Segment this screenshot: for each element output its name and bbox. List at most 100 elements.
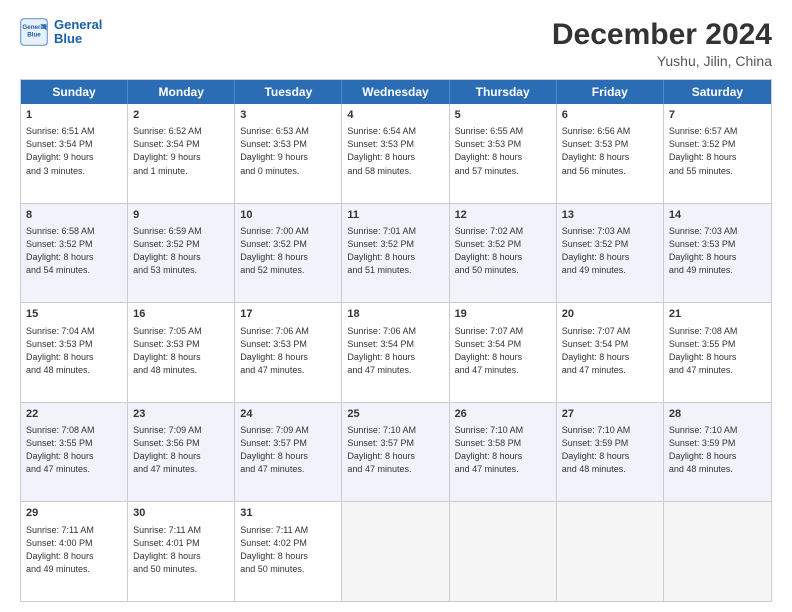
page-title: December 2024 (552, 18, 772, 51)
day-info: Sunrise: 6:55 AMSunset: 3:53 PMDaylight:… (455, 125, 551, 177)
day-number: 16 (133, 307, 229, 322)
logo-text: General Blue (54, 18, 102, 47)
day-cell (664, 502, 771, 601)
day-cell: 11 Sunrise: 7:01 AMSunset: 3:52 PMDayligh… (342, 204, 449, 303)
day-info: Sunrise: 7:11 AMSunset: 4:01 PMDaylight:… (133, 524, 229, 576)
day-info: Sunrise: 7:06 AMSunset: 3:53 PMDaylight:… (240, 325, 336, 377)
day-number: 10 (240, 208, 336, 223)
day-cell: 30 Sunrise: 7:11 AMSunset: 4:01 PMDayligh… (128, 502, 235, 601)
day-number: 19 (455, 307, 551, 322)
day-info: Sunrise: 7:09 AMSunset: 3:56 PMDaylight:… (133, 424, 229, 476)
day-number: 22 (26, 407, 122, 422)
day-info: Sunrise: 6:52 AMSunset: 3:54 PMDaylight:… (133, 125, 229, 177)
calendar: Sunday Monday Tuesday Wednesday Thursday… (20, 79, 772, 602)
day-cell: 2 Sunrise: 6:52 AMSunset: 3:54 PMDaylight… (128, 104, 235, 203)
day-cell: 9Sunrise: 6:59 AMSunset: 3:52 PMDaylight… (128, 204, 235, 303)
day-info: Sunrise: 7:11 AMSunset: 4:02 PMDaylight:… (240, 524, 336, 576)
day-number: 5 (455, 108, 551, 123)
day-number: 29 (26, 506, 122, 521)
day-number: 14 (669, 208, 766, 223)
day-cell: 6Sunrise: 6:56 AMSunset: 3:53 PMDaylight… (557, 104, 664, 203)
day-number: 7 (669, 108, 766, 123)
header-thursday: Thursday (450, 80, 557, 104)
title-block: December 2024 Yushu, Jilin, China (552, 18, 772, 69)
day-info: Sunrise: 7:00 AMSunset: 3:52 PMDaylight:… (240, 225, 336, 277)
header-monday: Monday (128, 80, 235, 104)
day-info: Sunrise: 7:07 AMSunset: 3:54 PMDaylight:… (455, 325, 551, 377)
day-info: Sunrise: 7:01 AMSunset: 3:52 PMDaylight:… (347, 225, 443, 277)
header-sunday: Sunday (21, 80, 128, 104)
day-number: 26 (455, 407, 551, 422)
day-cell: 25Sunrise: 7:10 AMSunset: 3:57 PMDayligh… (342, 403, 449, 502)
day-number: 6 (562, 108, 658, 123)
page: General Blue General Blue December 2024 … (0, 0, 792, 612)
day-cell: 28Sunrise: 7:10 AMSunset: 3:59 PMDayligh… (664, 403, 771, 502)
svg-text:Blue: Blue (27, 32, 41, 39)
day-cell: 27 Sunrise: 7:10 AMSunset: 3:59 PMDayligh… (557, 403, 664, 502)
day-number: 12 (455, 208, 551, 223)
calendar-body: 1 Sunrise: 6:51 AMSunset: 3:54 PMDaylight… (21, 104, 771, 601)
header-friday: Friday (557, 80, 664, 104)
day-number: 11 (347, 208, 443, 223)
week-5: 29Sunrise: 7:11 AMSunset: 4:00 PMDayligh… (21, 502, 771, 601)
day-number: 3 (240, 108, 336, 123)
day-cell (450, 502, 557, 601)
week-3: 15 Sunrise: 7:04 AMSunset: 3:53 PMDayligh… (21, 303, 771, 403)
day-cell: 8Sunrise: 6:58 AMSunset: 3:52 PMDaylight… (21, 204, 128, 303)
day-info: Sunrise: 7:03 AMSunset: 3:53 PMDaylight:… (669, 225, 766, 277)
day-info: Sunrise: 7:02 AMSunset: 3:52 PMDaylight:… (455, 225, 551, 277)
day-number: 18 (347, 307, 443, 322)
day-number: 9 (133, 208, 229, 223)
day-cell: 5 Sunrise: 6:55 AMSunset: 3:53 PMDaylight… (450, 104, 557, 203)
day-info: Sunrise: 6:54 AMSunset: 3:53 PMDaylight:… (347, 125, 443, 177)
day-number: 23 (133, 407, 229, 422)
day-cell: 13 Sunrise: 7:03 AMSunset: 3:52 PMDayligh… (557, 204, 664, 303)
day-cell: 3Sunrise: 6:53 AMSunset: 3:53 PMDaylight… (235, 104, 342, 203)
day-number: 21 (669, 307, 766, 322)
day-number: 1 (26, 108, 122, 123)
day-cell: 10 Sunrise: 7:00 AMSunset: 3:52 PMDayligh… (235, 204, 342, 303)
day-info: Sunrise: 7:10 AMSunset: 3:59 PMDaylight:… (562, 424, 658, 476)
day-cell: 26 Sunrise: 7:10 AMSunset: 3:58 PMDayligh… (450, 403, 557, 502)
day-info: Sunrise: 6:58 AMSunset: 3:52 PMDaylight:… (26, 225, 122, 277)
day-cell: 22 Sunrise: 7:08 AMSunset: 3:55 PMDayligh… (21, 403, 128, 502)
day-number: 30 (133, 506, 229, 521)
day-cell: 1 Sunrise: 6:51 AMSunset: 3:54 PMDaylight… (21, 104, 128, 203)
week-1: 1 Sunrise: 6:51 AMSunset: 3:54 PMDaylight… (21, 104, 771, 204)
day-cell: 14 Sunrise: 7:03 AMSunset: 3:53 PMDayligh… (664, 204, 771, 303)
day-info: Sunrise: 7:10 AMSunset: 3:59 PMDaylight:… (669, 424, 766, 476)
day-cell: 15 Sunrise: 7:04 AMSunset: 3:53 PMDayligh… (21, 303, 128, 402)
week-4: 22 Sunrise: 7:08 AMSunset: 3:55 PMDayligh… (21, 403, 771, 503)
header: General Blue General Blue December 2024 … (20, 18, 772, 69)
day-cell (342, 502, 449, 601)
day-cell: 12 Sunrise: 7:02 AMSunset: 3:52 PMDayligh… (450, 204, 557, 303)
day-number: 17 (240, 307, 336, 322)
day-number: 27 (562, 407, 658, 422)
day-info: Sunrise: 7:08 AMSunset: 3:55 PMDaylight:… (669, 325, 766, 377)
day-info: Sunrise: 7:04 AMSunset: 3:53 PMDaylight:… (26, 325, 122, 377)
page-subtitle: Yushu, Jilin, China (552, 53, 772, 69)
day-cell: 19 Sunrise: 7:07 AMSunset: 3:54 PMDayligh… (450, 303, 557, 402)
day-cell: 21 Sunrise: 7:08 AMSunset: 3:55 PMDayligh… (664, 303, 771, 402)
day-info: Sunrise: 7:08 AMSunset: 3:55 PMDaylight:… (26, 424, 122, 476)
day-cell: 17 Sunrise: 7:06 AMSunset: 3:53 PMDayligh… (235, 303, 342, 402)
day-info: Sunrise: 7:05 AMSunset: 3:53 PMDaylight:… (133, 325, 229, 377)
logo: General Blue General Blue (20, 18, 102, 47)
day-info: Sunrise: 6:57 AMSunset: 3:52 PMDaylight:… (669, 125, 766, 177)
header-saturday: Saturday (664, 80, 771, 104)
day-cell: 24Sunrise: 7:09 AMSunset: 3:57 PMDayligh… (235, 403, 342, 502)
day-info: Sunrise: 7:10 AMSunset: 3:57 PMDaylight:… (347, 424, 443, 476)
day-info: Sunrise: 7:03 AMSunset: 3:52 PMDaylight:… (562, 225, 658, 277)
day-info: Sunrise: 7:10 AMSunset: 3:58 PMDaylight:… (455, 424, 551, 476)
day-number: 2 (133, 108, 229, 123)
day-cell: 20Sunrise: 7:07 AMSunset: 3:54 PMDayligh… (557, 303, 664, 402)
day-number: 13 (562, 208, 658, 223)
day-cell (557, 502, 664, 601)
day-number: 15 (26, 307, 122, 322)
day-number: 4 (347, 108, 443, 123)
day-cell: 31 Sunrise: 7:11 AMSunset: 4:02 PMDayligh… (235, 502, 342, 601)
day-number: 31 (240, 506, 336, 521)
day-cell: 7 Sunrise: 6:57 AMSunset: 3:52 PMDaylight… (664, 104, 771, 203)
day-info: Sunrise: 6:51 AMSunset: 3:54 PMDaylight:… (26, 125, 122, 177)
header-tuesday: Tuesday (235, 80, 342, 104)
